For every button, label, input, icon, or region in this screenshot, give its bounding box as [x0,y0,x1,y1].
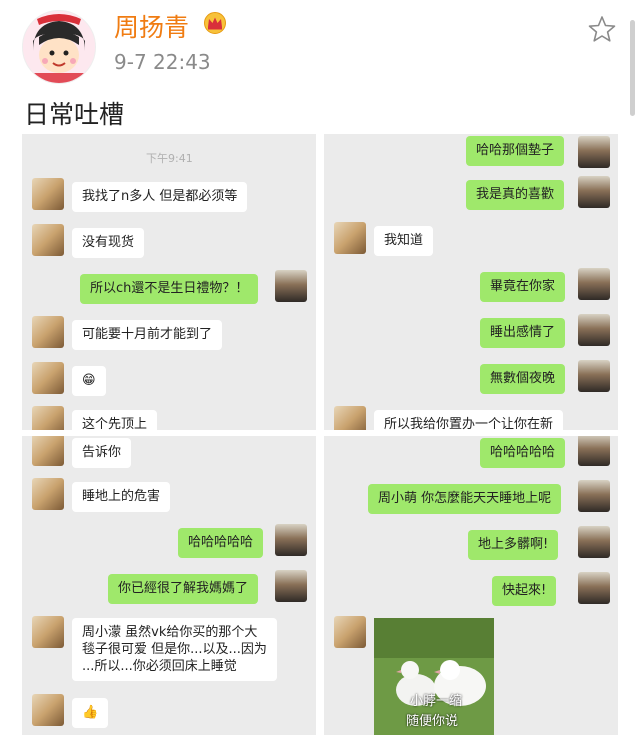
outgoing-message: 哈哈那個墊子 [466,136,565,166]
outgoing-message: 我是真的喜歡 [466,180,565,210]
chat-screenshot-4[interactable]: 哈哈哈哈哈 周小萌 你怎麼能天天睡地上呢 地上多髒啊! 快起來! 小脖一缩 随便… [324,436,618,735]
friend-avatar [32,224,64,256]
friend-avatar [32,616,64,648]
author-avatar[interactable] [22,10,96,84]
vip-crown-icon [203,12,227,34]
incoming-message-multiline: 周小濛 虽然vk给你买的那个大 毯子很可爱 但是你...以及...因为 ...所… [72,618,277,681]
incoming-message: 这个先顶上 [72,410,158,430]
friend-avatar [32,694,64,726]
self-avatar [578,314,610,346]
friend-avatar [334,222,366,254]
self-avatar [578,268,610,300]
scrollbar[interactable] [630,20,635,116]
incoming-message: 可能要十月前才能到了 [72,320,223,350]
favorite-star-icon[interactable] [587,14,617,44]
self-avatar [275,570,307,602]
friend-avatar [32,178,64,210]
self-avatar [578,176,610,208]
message-line: ...所以...你必须回床上睡觉 [82,659,237,674]
incoming-message: 所以我给你置办一个让你在新 [374,410,564,430]
post-text: 日常吐槽 [24,100,125,129]
friend-avatar [32,436,64,466]
self-avatar [578,136,610,168]
chat-screenshot-2[interactable]: 哈哈那個墊子 我是真的喜歡 我知道 畢竟在你家 睡出感情了 無數個夜晚 所以我给… [324,134,618,430]
message-line: 周小濛 虽然vk给你买的那个大 [82,625,258,640]
self-avatar [275,270,307,302]
chat-screenshot-3[interactable]: 告诉你 睡地上的危害 哈哈哈哈哈 你已經很了解我媽媽了 周小濛 虽然vk给你买的… [22,436,316,735]
outgoing-message: 哈哈哈哈哈 [480,438,566,468]
self-avatar [578,480,610,512]
friend-avatar [334,616,366,648]
self-avatar [578,360,610,392]
outgoing-message: 地上多髒啊! [468,530,559,560]
chat-time: 下午9:41 [146,152,193,165]
outgoing-message: 哈哈哈哈哈 [178,528,264,558]
post-timestamp: 9-7 22:43 [114,50,211,74]
outgoing-message: 所以ch還不是生日禮物？！ [80,274,259,304]
outgoing-message: 畢竟在你家 [480,272,566,302]
incoming-message: 睡地上的危害 [72,482,171,512]
self-avatar [578,526,610,558]
friend-avatar [32,406,64,430]
chat-screenshot-1[interactable]: 下午9:41 我找了n多人 但是都必须等 没有现货 所以ch還不是生日禮物？！ … [22,134,316,430]
outgoing-message: 周小萌 你怎麼能天天睡地上呢 [368,484,562,514]
self-avatar [578,436,610,466]
incoming-message: 我找了n多人 但是都必须等 [72,182,248,212]
self-avatar [275,524,307,556]
sticker-caption: 随便你说 [406,714,459,729]
author-name[interactable]: 周扬青 [114,8,189,44]
message-line: 毯子很可爱 但是你...以及...因为 [82,642,267,657]
friend-avatar [32,362,64,394]
incoming-message: 👍 [72,698,109,728]
outgoing-message: 無數個夜晚 [480,364,566,394]
incoming-message: 没有现货 [72,228,145,258]
incoming-message: 我知道 [374,226,434,256]
outgoing-message: 你已經很了解我媽媽了 [108,574,259,604]
avatar-icon [23,11,95,83]
friend-avatar [32,316,64,348]
friend-avatar [334,406,366,430]
outgoing-message: 睡出感情了 [480,318,566,348]
outgoing-message: 快起來! [492,576,557,606]
friend-avatar [32,478,64,510]
self-avatar [578,572,610,604]
sticker-caption: 小脖一缩 [410,694,463,709]
sticker-image[interactable]: 小脖一缩 随便你说 [374,618,494,735]
incoming-message: 😁 [72,366,106,396]
incoming-message: 告诉你 [72,438,132,468]
